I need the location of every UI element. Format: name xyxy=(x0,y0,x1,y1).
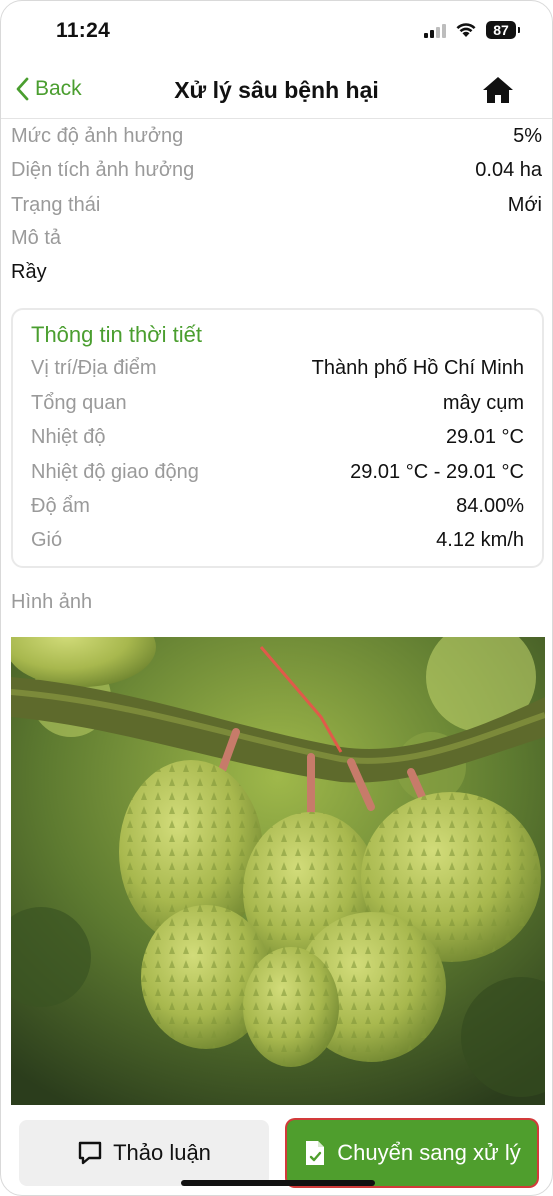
durian-image xyxy=(11,637,545,1105)
weather-value: 4.12 km/h xyxy=(436,528,524,551)
weather-value: 29.01 °C xyxy=(445,425,524,448)
weather-row-temperature-range: Nhiệt độ giao động 29.01 °C - 29.01 °C xyxy=(31,457,524,487)
wifi-icon xyxy=(456,23,476,37)
weather-value: 29.01 °C - 29.01 °C xyxy=(350,460,524,483)
weather-label: Nhiệt độ giao động xyxy=(31,460,199,483)
weather-label: Tổng quan xyxy=(31,391,127,414)
navigation-bar: Back Xử lý sâu bệnh hại xyxy=(1,63,552,119)
detail-row-status: Trạng thái Mới xyxy=(11,190,542,220)
weather-label: Nhiệt độ xyxy=(31,425,106,448)
status-time: 11:24 xyxy=(56,19,111,42)
status-icons: 87 xyxy=(424,21,520,39)
detail-label: Mức độ ảnh hưởng xyxy=(11,124,184,147)
weather-card: Thông tin thời tiết Vị trí/Địa điểm Thàn… xyxy=(11,308,544,568)
weather-row-location: Vị trí/Địa điểm Thành phố Hồ Chí Minh xyxy=(31,353,524,383)
images-label: Hình ảnh xyxy=(11,591,93,613)
weather-label: Độ ẩm xyxy=(31,494,90,517)
status-bar: 11:24 87 xyxy=(1,1,552,63)
detail-value: 5% xyxy=(513,124,542,147)
weather-label: Gió xyxy=(31,528,63,551)
detail-value: Mới xyxy=(507,193,542,216)
home-button[interactable] xyxy=(482,76,514,109)
weather-label: Vị trí/Địa điểm xyxy=(31,356,157,379)
detail-row-impact-level: Mức độ ảnh hưởng 5% xyxy=(11,121,542,151)
home-icon xyxy=(483,77,513,103)
detail-label: Trạng thái xyxy=(11,193,101,216)
chat-bubble-icon xyxy=(78,1141,102,1165)
page-title: Xử lý sâu bệnh hại xyxy=(174,77,379,103)
description-label: Mô tả xyxy=(11,227,62,249)
weather-value: Thành phố Hồ Chí Minh xyxy=(311,356,524,379)
weather-row-overview: Tổng quan mây cụm xyxy=(31,388,524,418)
move-to-processing-button[interactable]: Chuyển sang xử lý xyxy=(287,1120,537,1186)
weather-row-wind: Gió 4.12 km/h xyxy=(31,525,524,555)
description-value: Rầy xyxy=(11,261,47,283)
weather-value: mây cụm xyxy=(442,391,524,414)
weather-value: 84.00% xyxy=(456,494,524,517)
document-check-icon xyxy=(306,1141,325,1165)
weather-card-title: Thông tin thời tiết xyxy=(31,322,202,347)
weather-row-humidity: Độ ẩm 84.00% xyxy=(31,491,524,521)
home-indicator xyxy=(181,1180,375,1186)
process-label: Chuyển sang xử lý xyxy=(337,1140,521,1165)
detail-value: 0.04 ha xyxy=(475,158,542,181)
discuss-label: Thảo luận xyxy=(113,1140,211,1165)
pest-photo[interactable] xyxy=(11,637,545,1105)
detail-label: Diện tích ảnh hưởng xyxy=(11,158,195,181)
phone-screen: 11:24 87 Back Xử lý sâu bệnh hại Mức độ … xyxy=(0,0,553,1196)
detail-row-affected-area: Diện tích ảnh hưởng 0.04 ha xyxy=(11,155,542,185)
cellular-signal-icon xyxy=(424,22,446,38)
discuss-button[interactable]: Thảo luận xyxy=(19,1120,269,1186)
battery-icon: 87 xyxy=(486,21,520,39)
weather-row-temperature: Nhiệt độ 29.01 °C xyxy=(31,422,524,452)
